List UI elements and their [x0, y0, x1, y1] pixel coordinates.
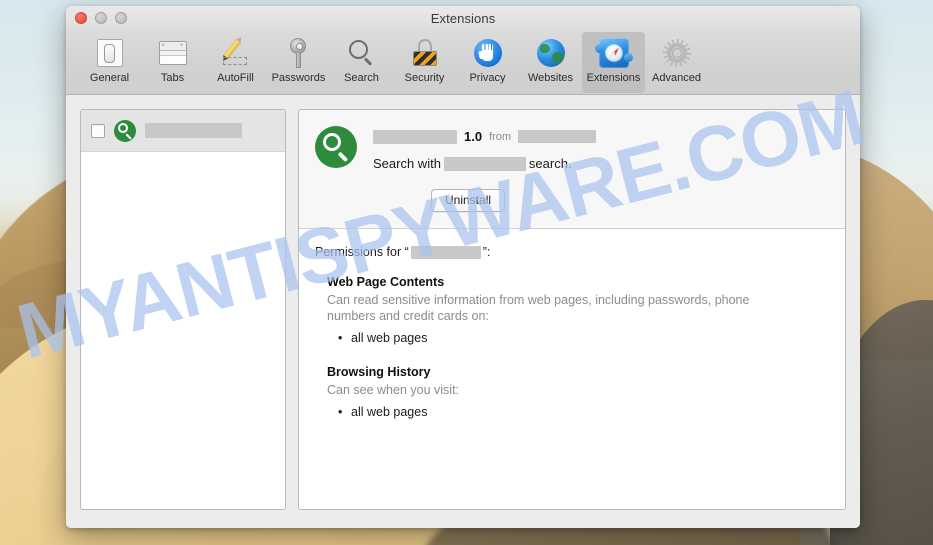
green-magnifier-icon: [114, 119, 136, 142]
toolbar-label-websites: Websites: [527, 72, 574, 84]
padlock-icon: [408, 36, 442, 70]
green-magnifier-icon-large: [315, 126, 357, 168]
key-icon: [282, 36, 316, 70]
tabs-icon: × +: [156, 36, 190, 70]
toolbar-item-search[interactable]: Search: [330, 32, 393, 93]
toolbar-label-general: General: [89, 72, 130, 84]
extension-description: Search with search.: [373, 156, 827, 171]
toolbar-label-privacy: Privacy: [469, 72, 506, 84]
permission-group-web-page-contents: Web Page Contents Can read sensitive inf…: [315, 275, 827, 347]
description-prefix: Search with: [373, 156, 441, 171]
general-switch-icon: [93, 36, 127, 70]
toolbar-item-advanced[interactable]: Advanced: [645, 32, 708, 93]
window-titlebar[interactable]: Extensions: [66, 6, 860, 30]
permission-group-title: Browsing History: [327, 365, 431, 379]
toolbar-label-advanced: Advanced: [652, 72, 701, 84]
toolbar-label-tabs: Tabs: [160, 72, 185, 84]
toolbar-item-extensions[interactable]: Extensions: [582, 32, 645, 93]
hand-icon: [471, 36, 505, 70]
permission-group-title: Web Page Contents: [327, 275, 445, 289]
extension-enabled-checkbox[interactable]: [91, 123, 105, 138]
puzzle-compass-icon: [594, 36, 633, 70]
extension-version: 1.0: [464, 129, 483, 144]
extension-permissions-section: Permissions for “ ”: Web Page Contents C…: [299, 229, 845, 509]
toolbar-label-passwords: Passwords: [271, 72, 326, 84]
autofill-pencil-icon: [219, 36, 253, 70]
uninstall-button[interactable]: Uninstall: [431, 189, 506, 212]
uninstall-row: Uninstall: [373, 189, 827, 212]
toolbar-item-general[interactable]: General: [78, 32, 141, 93]
toolbar-item-tabs[interactable]: × + Tabs: [141, 32, 204, 93]
extension-detail-panel: 1.0 from Search with search. Uninstall P…: [298, 109, 846, 510]
preferences-content: 1.0 from Search with search. Uninstall P…: [66, 95, 860, 528]
gear-icon: [660, 36, 694, 70]
toolbar-label-search: Search: [344, 72, 379, 84]
globe-icon: [534, 36, 568, 70]
permission-group-description: Can see when you visit:: [327, 383, 460, 397]
toolbar-item-security[interactable]: Security: [393, 32, 456, 93]
toolbar-label-autofill: AutoFill: [217, 72, 254, 84]
extension-title-line: 1.0 from: [373, 128, 827, 145]
magnifier-icon: [345, 36, 379, 70]
toolbar-label-extensions: Extensions: [586, 72, 641, 84]
extension-publisher-redacted: [518, 130, 597, 143]
permission-group-browsing-history: Browsing History Can see when you visit:…: [315, 365, 827, 421]
permission-scope-item: all web pages: [338, 329, 827, 347]
extension-name-redacted: [145, 123, 242, 138]
extension-list[interactable]: [80, 109, 286, 510]
toolbar-item-websites[interactable]: Websites: [519, 32, 582, 93]
extension-detail-header-text: 1.0 from Search with search. Uninstall: [373, 126, 827, 212]
toolbar-item-privacy[interactable]: Privacy: [456, 32, 519, 93]
list-item[interactable]: [81, 110, 285, 152]
toolbar-item-autofill[interactable]: AutoFill: [204, 32, 267, 93]
description-suffix: search.: [528, 156, 572, 171]
permission-scope-list: all web pages: [327, 403, 827, 421]
toolbar-item-passwords[interactable]: Passwords: [267, 32, 330, 93]
permissions-heading: Permissions for “ ”:: [315, 245, 827, 259]
permission-group-description: Can read sensitive information from web …: [327, 293, 750, 323]
permission-scope-list: all web pages: [327, 329, 827, 347]
search-provider-redacted: [443, 156, 526, 171]
extension-name-redacted: [373, 129, 457, 144]
extension-detail-header: 1.0 from Search with search. Uninstall: [299, 110, 845, 229]
toolbar-label-security: Security: [404, 72, 445, 84]
permission-scope-item: all web pages: [338, 403, 827, 421]
permissions-target-redacted: [410, 245, 481, 259]
desktop-background: Extensions General × + Tabs AutoFill Pas…: [0, 0, 933, 545]
preferences-toolbar: General × + Tabs AutoFill Passwords Sear…: [66, 30, 860, 95]
permissions-heading-suffix: ”:: [482, 245, 491, 259]
window-title: Extensions: [430, 10, 496, 26]
permissions-heading-prefix: Permissions for “: [315, 245, 409, 259]
safari-preferences-window: Extensions General × + Tabs AutoFill Pas…: [66, 6, 860, 528]
from-label: from: [489, 130, 512, 143]
